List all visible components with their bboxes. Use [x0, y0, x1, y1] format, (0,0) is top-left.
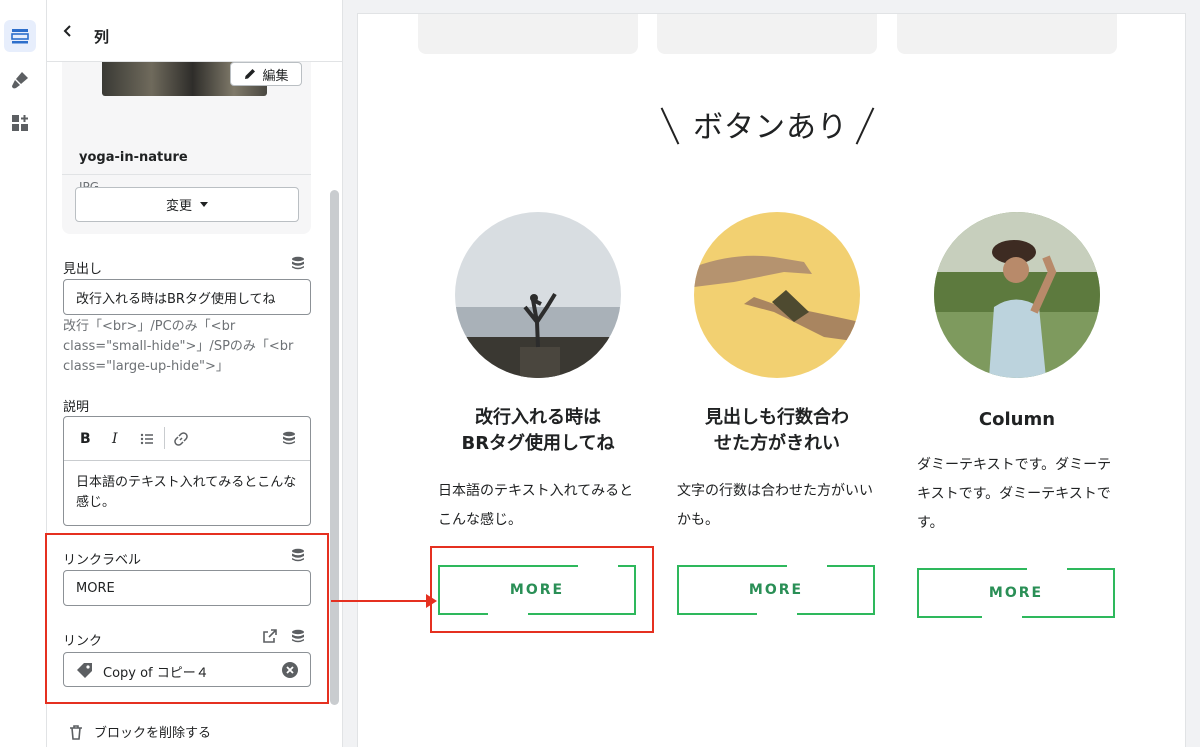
- column-title: 見出しも行数合わ: [705, 407, 849, 428]
- preview-frame: ボタンあり 改行入れる時は BRタグ使用してね 日本語のテキスト入れてみるとこん…: [358, 14, 1185, 747]
- title-decoration: [855, 107, 875, 145]
- bold-button[interactable]: B: [80, 431, 91, 447]
- heading-help-text: 改行「<br>」/PCのみ「<br class="small-hide">」/S…: [63, 319, 294, 374]
- column-text: 文字の行数は合わせた方がいいかも。: [677, 483, 873, 528]
- toolbar-divider: [164, 427, 165, 449]
- trash-icon: [70, 724, 82, 740]
- highlight-box-settings: [45, 533, 329, 704]
- column-title: Column: [978, 409, 1056, 430]
- column-image: [694, 212, 860, 378]
- heading-label: 見出し: [63, 262, 103, 277]
- description-label: 説明: [63, 400, 90, 415]
- file-name: yoga-in-nature: [79, 150, 188, 165]
- database-icon[interactable]: [291, 256, 305, 270]
- highlight-box-button: [430, 546, 654, 633]
- panel-title: 列: [94, 28, 110, 46]
- more-button-label: MORE: [988, 585, 1044, 601]
- more-button-label: MORE: [748, 582, 804, 598]
- delete-block-button[interactable]: ブロックを削除する: [68, 722, 211, 741]
- column-image: [455, 212, 621, 378]
- button-gap: [757, 612, 797, 616]
- column-title: BRタグ使用してね: [461, 433, 615, 454]
- sections-icon[interactable]: [4, 20, 36, 52]
- divider: [62, 174, 311, 175]
- back-chevron-icon[interactable]: [61, 24, 75, 38]
- delete-block-label: ブロックを削除する: [94, 726, 212, 741]
- pencil-icon: [245, 69, 256, 79]
- placeholder-card: [418, 14, 638, 54]
- image-picker-card: 編集 yoga-in-nature JPG 変更: [62, 40, 311, 234]
- more-button[interactable]: MORE: [917, 568, 1115, 618]
- heading-input[interactable]: 改行入れる時はBRタグ使用してね: [63, 279, 311, 315]
- title-decoration: [660, 107, 680, 145]
- column-title: 改行入れる時は: [475, 407, 601, 428]
- panel-header: 列: [47, 0, 342, 62]
- description-text[interactable]: 日本語のテキスト入れてみるとこんな感じ。: [76, 473, 304, 513]
- icon-rail: [0, 0, 47, 747]
- button-gap: [1027, 567, 1067, 571]
- theme-brush-icon[interactable]: [4, 64, 36, 96]
- italic-button[interactable]: I: [112, 431, 118, 447]
- placeholder-card: [657, 14, 877, 54]
- more-button[interactable]: MORE: [677, 565, 875, 615]
- column-text: 日本語のテキスト入れてみるとこんな感じ。: [438, 483, 634, 528]
- change-image-button[interactable]: 変更: [75, 187, 299, 222]
- section-title: ボタンあり: [693, 110, 848, 145]
- panel-scrollbar[interactable]: [330, 190, 339, 705]
- column-title: せた方がきれい: [714, 433, 840, 454]
- column-text: ダミーテキストです。ダミーテキストです。ダミーテキストです。: [917, 457, 1112, 531]
- button-gap: [982, 615, 1022, 619]
- button-gap: [787, 564, 827, 568]
- change-image-label: 変更: [165, 199, 192, 214]
- annotation-arrowhead: [426, 594, 437, 608]
- caret-down-icon: [200, 201, 208, 207]
- list-icon[interactable]: [140, 432, 154, 446]
- editor-toolbar: B I: [64, 417, 310, 461]
- apps-add-icon[interactable]: [4, 107, 36, 139]
- edit-image-label: 編集: [262, 68, 289, 84]
- description-editor[interactable]: B I 日本語のテキスト入れてみるとこんな感じ。: [63, 416, 311, 526]
- database-icon[interactable]: [282, 431, 296, 445]
- link-icon[interactable]: [174, 432, 188, 446]
- placeholder-card: [897, 14, 1117, 54]
- annotation-arrow: [331, 600, 428, 602]
- edit-image-button[interactable]: 編集: [230, 62, 302, 86]
- column-image: [934, 212, 1100, 378]
